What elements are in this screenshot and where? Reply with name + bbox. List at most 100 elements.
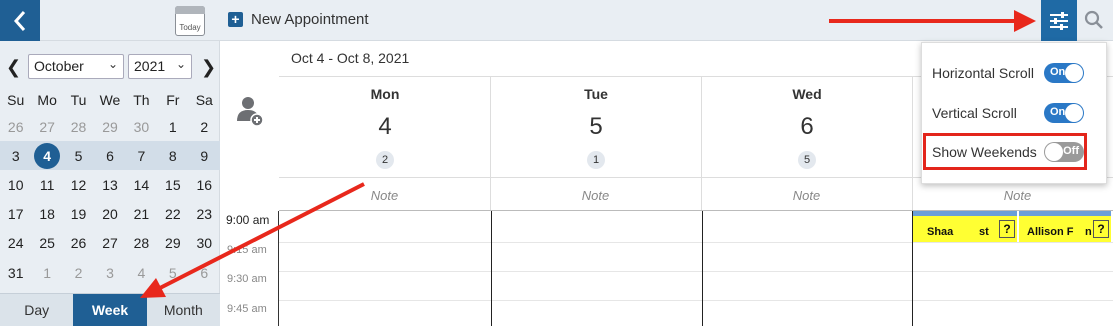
weekday-header-row: Su Mo Tu We Th Fr Sa	[0, 88, 220, 112]
calendar-day[interactable]: 30	[126, 112, 157, 141]
unconfirmed-icon: ?	[999, 220, 1015, 238]
chevron-down-icon: ⌄	[175, 57, 186, 71]
tab-week[interactable]: Week	[73, 294, 147, 326]
mini-calendar-grid: Su Mo Tu We Th Fr Sa 26 27 28 29 30 1 2 …	[0, 88, 220, 287]
view-tabs: Day Week Month	[0, 293, 220, 326]
unconfirmed-icon: ?	[1093, 220, 1109, 238]
time-column: 9:00 am 9:15 am 9:30 am 9:45 am	[221, 211, 279, 326]
calendar-day[interactable]: 24	[0, 229, 31, 258]
calendar-day[interactable]: 11	[31, 170, 62, 199]
toggle-state: On	[1050, 66, 1066, 78]
calendar-day[interactable]: 21	[126, 200, 157, 229]
appointment-name-suffix: st	[979, 226, 989, 238]
calendar-day[interactable]: 7	[125, 141, 158, 171]
month-select[interactable]: October ⌄	[28, 54, 124, 79]
view-settings-button[interactable]	[1041, 0, 1077, 41]
calendar-day[interactable]: 27	[31, 112, 62, 141]
resource-column	[221, 41, 279, 211]
appointment-count-badge: 2	[376, 151, 394, 169]
weekday-header: Mo	[37, 92, 57, 108]
day-number: 6	[800, 113, 814, 140]
calendar-day[interactable]: 3	[94, 258, 125, 287]
back-button[interactable]	[0, 0, 40, 41]
calendar-day[interactable]: 12	[63, 170, 94, 199]
search-button[interactable]	[1083, 9, 1105, 31]
weekday-header: Su	[7, 92, 25, 108]
day-number: 4	[378, 113, 392, 140]
calendar-week-row-selected: 3 4 5 6 7 8 9	[0, 141, 220, 171]
calendar-day[interactable]: 1	[157, 112, 188, 141]
calendar-day[interactable]: 5	[157, 258, 188, 287]
search-icon	[1084, 10, 1103, 29]
appointment-name: Allison F	[1027, 226, 1074, 238]
time-slot-label: 9:15 am	[227, 244, 267, 256]
day-note[interactable]: Note	[912, 188, 1113, 203]
calendar-day[interactable]: 4	[126, 258, 157, 287]
calendar-day[interactable]: 5	[62, 141, 95, 171]
calendar-day[interactable]: 17	[0, 200, 31, 229]
calendar-day[interactable]: 16	[189, 170, 220, 199]
time-slot-row[interactable]	[279, 300, 1113, 301]
appointment-count-badge: 1	[587, 151, 605, 169]
calendar-day[interactable]: 1	[31, 258, 62, 287]
toggle-knob	[1065, 64, 1083, 82]
calendar-day[interactable]: 18	[31, 200, 62, 229]
appointment-block[interactable]: Shaa st ?	[913, 211, 1017, 242]
time-slot-row[interactable]	[279, 271, 1113, 272]
month-navigation: ❮ October ⌄ 2021 ⌄ ❯	[0, 54, 220, 80]
horizontal-scroll-toggle[interactable]: On	[1044, 63, 1084, 83]
prev-month-button[interactable]: ❮	[6, 57, 21, 78]
calendar-week-row: 31 1 2 3 4 5 6	[0, 258, 220, 287]
calendar-day[interactable]: 14	[126, 170, 157, 199]
calendar-day[interactable]: 22	[157, 200, 188, 229]
top-toolbar: Today + New Appointment	[0, 0, 1113, 41]
calendar-day[interactable]: 23	[189, 200, 220, 229]
calendar-day[interactable]: 29	[157, 229, 188, 258]
calendar-day[interactable]: 28	[63, 112, 94, 141]
calendar-day[interactable]: 26	[0, 112, 31, 141]
calendar-day[interactable]: 9	[188, 141, 220, 171]
calendar-day[interactable]: 6	[189, 258, 220, 287]
calendar-day[interactable]: 10	[0, 170, 31, 199]
calendar-day[interactable]: 13	[94, 170, 125, 199]
weekday-header: Sa	[195, 92, 213, 108]
day-divider	[702, 211, 703, 326]
appointment-block[interactable]: Allison F n ?	[1019, 211, 1111, 242]
new-appointment-button[interactable]: + New Appointment	[228, 11, 369, 28]
calendar-day[interactable]: 30	[189, 229, 220, 258]
mini-calendar-panel: ❮ October ⌄ 2021 ⌄ ❯ Su Mo Tu We Th Fr S…	[0, 41, 220, 326]
calendar-day[interactable]: 2	[63, 258, 94, 287]
appointment-count-badge: 5	[798, 151, 816, 169]
tab-day[interactable]: Day	[0, 294, 73, 326]
calendar-day[interactable]: 25	[31, 229, 62, 258]
day-note[interactable]: Note	[490, 188, 701, 203]
day-note[interactable]: Note	[279, 188, 490, 203]
calendar-day[interactable]: 3	[0, 141, 32, 171]
add-user-icon[interactable]	[236, 95, 264, 127]
calendar-day[interactable]: 27	[94, 229, 125, 258]
calendar-day-selected[interactable]: 4	[31, 141, 63, 171]
calendar-day[interactable]: 6	[94, 141, 126, 171]
time-slot-label: 9:30 am	[227, 273, 267, 285]
calendar-day[interactable]: 29	[94, 112, 125, 141]
calendar-day[interactable]: 26	[63, 229, 94, 258]
calendar-day[interactable]: 20	[94, 200, 125, 229]
tab-month[interactable]: Month	[147, 294, 220, 326]
today-button[interactable]: Today	[175, 6, 205, 36]
calendar-day[interactable]: 19	[63, 200, 94, 229]
next-month-button[interactable]: ❯	[201, 57, 216, 78]
calendar-day[interactable]: 31	[0, 258, 31, 287]
calendar-week-row: 24 25 26 27 28 29 30	[0, 229, 220, 258]
time-slot-row[interactable]	[279, 242, 1113, 243]
year-select[interactable]: 2021 ⌄	[128, 54, 192, 79]
vertical-scroll-toggle[interactable]: On	[1044, 103, 1084, 123]
calendar-day[interactable]: 15	[157, 170, 188, 199]
time-slot-label: 9:45 am	[227, 303, 267, 315]
calendar-day[interactable]: 28	[126, 229, 157, 258]
calendar-week-row: 10 11 12 13 14 15 16	[0, 170, 220, 199]
calendar-day[interactable]: 8	[157, 141, 189, 171]
vertical-scroll-label: Vertical Scroll	[932, 105, 1017, 121]
day-note[interactable]: Note	[701, 188, 912, 203]
date-range: Oct 4 - Oct 8, 2021	[291, 50, 410, 66]
calendar-day[interactable]: 2	[189, 112, 220, 141]
